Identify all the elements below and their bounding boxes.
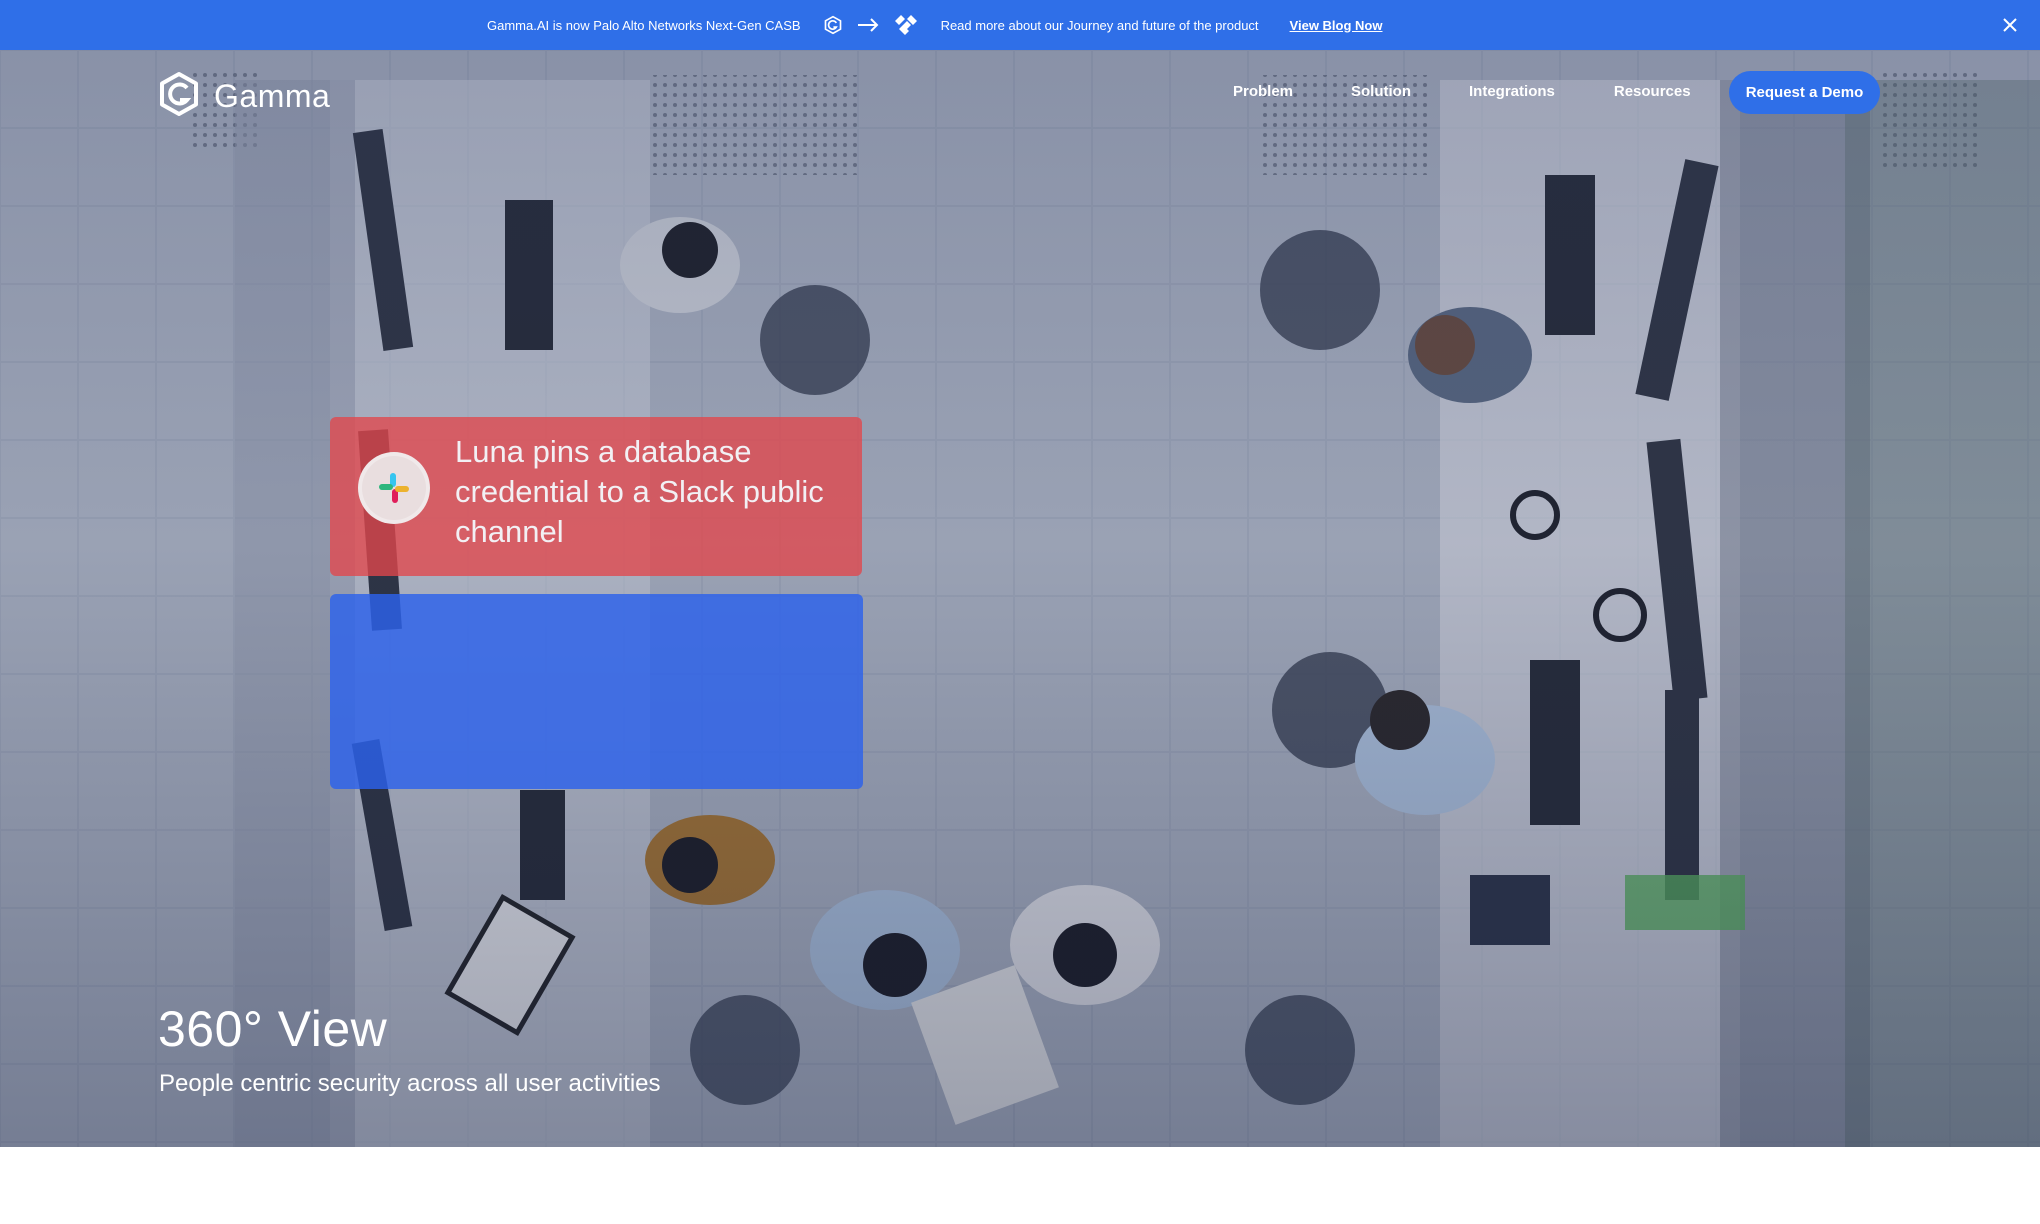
page-below-fold [0,1147,2040,1224]
announcement-bar: Gamma.AI is now Palo Alto Networks Next-… [0,0,2040,50]
secondary-card [330,594,863,789]
arrow-right-icon [857,18,879,32]
brand-name: Gamma [214,78,331,114]
gamma-logo-icon [158,71,200,122]
hero-title: 360° View [158,1001,388,1057]
nav-problem[interactable]: Problem [1233,83,1293,100]
slack-icon [358,452,430,524]
nav-resources[interactable]: Resources [1614,83,1691,100]
hero-overlay [0,50,2040,1147]
brand-logo[interactable]: Gamma [158,71,330,122]
hero-section: Gamma Problem Solution Integrations Reso… [0,50,2040,1147]
palo-alto-logo-icon [893,15,919,35]
alert-card: Luna pins a database credential to a Sla… [330,417,862,576]
announcement-message: Gamma.AI is now Palo Alto Networks Next-… [487,17,801,33]
nav-integrations[interactable]: Integrations [1469,83,1555,100]
announcement-read-more: Read more about our Journey and future o… [940,17,1259,33]
request-demo-button[interactable]: Request a Demo [1729,71,1880,114]
main-nav: Problem Solution Integrations Resources [1233,83,1691,100]
close-icon[interactable] [1998,13,2022,37]
view-blog-link[interactable]: View Blog Now [1290,18,1383,33]
nav-solution[interactable]: Solution [1351,83,1411,100]
site-header: Gamma Problem Solution Integrations Reso… [0,50,2040,150]
alert-card-text: Luna pins a database credential to a Sla… [455,434,824,549]
hero-subtitle: People centric security across all user … [159,1070,661,1097]
gamma-logo-icon [823,15,843,35]
